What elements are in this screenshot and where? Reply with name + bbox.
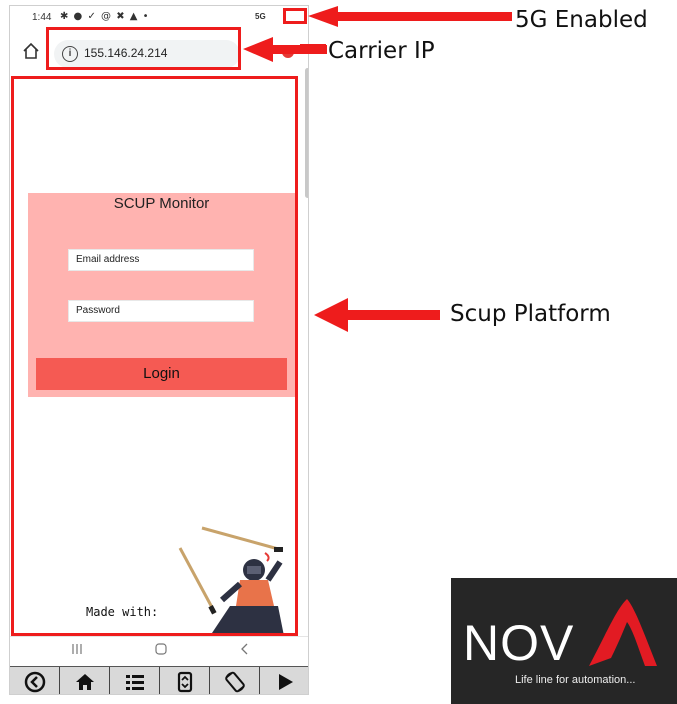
home-icon[interactable] (60, 667, 110, 694)
logo-tagline: Life line for automation... (515, 674, 636, 686)
home-icon[interactable] (20, 41, 42, 63)
back-circle-icon[interactable] (10, 667, 60, 694)
logo-accent-letter: A (583, 596, 594, 600)
logo-text-prefix: NOV (463, 615, 575, 671)
annotation-carrier-ip-label: Carrier IP (328, 38, 435, 64)
status-time: 1:44 (32, 12, 52, 23)
home-circle-icon[interactable] (146, 642, 176, 660)
annotation-5g-label: 5G Enabled (515, 7, 648, 33)
android-navigation-bar (10, 636, 308, 667)
play-icon[interactable] (260, 667, 308, 694)
list-icon[interactable] (110, 667, 160, 694)
status-icons: ✱ ● ✓ @ ✖ ▲ • (60, 11, 150, 22)
recents-icon[interactable] (62, 642, 92, 660)
logo-accent-a-icon: A (583, 596, 657, 666)
nova-logo: NOV A Life line for automation... (451, 578, 677, 704)
screenshot-icon[interactable] (160, 667, 210, 694)
arrow-5g (308, 6, 512, 27)
back-icon[interactable] (230, 642, 260, 660)
logo-text: NOV (463, 614, 574, 672)
annotation-frame-ip (46, 27, 241, 70)
annotation-platform-label: Scup Platform (450, 301, 611, 327)
arrow-scup (314, 298, 440, 332)
remote-control-bar (10, 666, 308, 694)
rotate-icon[interactable] (210, 667, 260, 694)
arrow-carrier-ip-icon (243, 37, 327, 62)
network-indicator: 5G (255, 12, 266, 21)
annotation-frame-platform (11, 76, 298, 636)
